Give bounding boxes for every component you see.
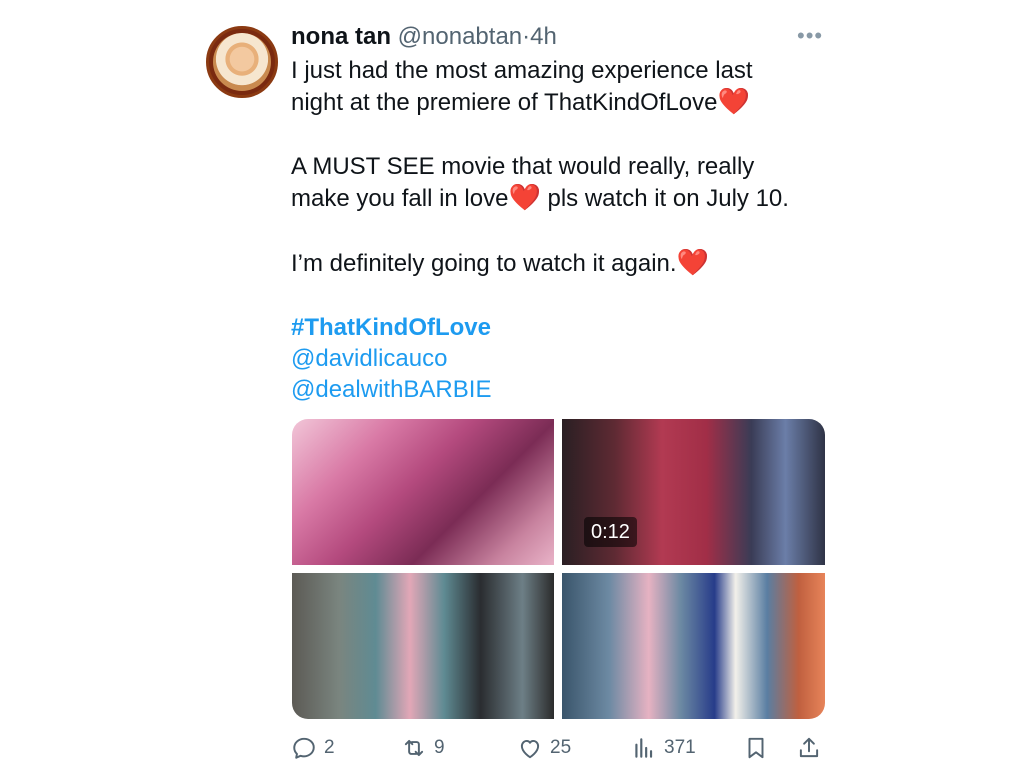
- text-line-part: I’m definitely going to watch it again.: [291, 250, 677, 277]
- media-photo-2[interactable]: [292, 573, 554, 719]
- user-handle[interactable]: @nonabtan: [398, 23, 522, 50]
- retweet-button[interactable]: 9: [401, 733, 445, 763]
- text-line: I just had the most amazing experience l…: [291, 57, 753, 84]
- timestamp[interactable]: 4h: [530, 23, 557, 50]
- reply-button[interactable]: 2: [291, 733, 335, 763]
- text-line-part: make you fall in love: [291, 185, 509, 212]
- analytics-icon: [635, 738, 653, 758]
- tweet-header: nona tan @nonabtan·4h: [291, 22, 557, 52]
- reply-icon: [293, 737, 315, 759]
- separator-dot: ·: [522, 23, 531, 50]
- text-line: night at the premiere of ThatKindOfLove❤…: [291, 86, 831, 118]
- heart-icon: [520, 739, 540, 759]
- avatar[interactable]: [206, 26, 278, 98]
- text-line: make you fall in love❤️ pls watch it on …: [291, 182, 831, 214]
- share-button[interactable]: [796, 733, 829, 763]
- heart-emoji-icon: ❤️: [508, 182, 541, 212]
- bookmark-button[interactable]: [743, 733, 776, 763]
- views-count: 371: [664, 737, 696, 758]
- display-name[interactable]: nona tan: [291, 23, 391, 50]
- media-video[interactable]: 0:12: [562, 419, 825, 565]
- heart-emoji-icon: ❤️: [676, 247, 709, 277]
- like-button[interactable]: 25: [517, 733, 571, 763]
- more-dots-icon[interactable]: •••: [797, 25, 825, 47]
- video-duration-badge: 0:12: [584, 517, 637, 547]
- reply-count: 2: [324, 737, 335, 758]
- action-bar: 2 9 25 371: [291, 733, 831, 763]
- text-line: A MUST SEE movie that would really, real…: [291, 153, 755, 180]
- media-grid: 0:12: [292, 419, 825, 719]
- text-line-part: pls watch it on July 10.: [540, 185, 789, 212]
- bookmark-icon: [748, 737, 764, 759]
- views-button[interactable]: 371: [631, 733, 696, 763]
- hashtag-link[interactable]: #ThatKindOfLove: [291, 314, 491, 341]
- heart-emoji-icon: ❤️: [717, 86, 750, 116]
- media-photo-1[interactable]: [292, 419, 554, 565]
- text-line-part: night at the premiere of ThatKindOfLove: [291, 89, 718, 116]
- share-icon: [799, 737, 819, 758]
- mention-link[interactable]: @davidlicauco: [291, 345, 447, 372]
- tweet-text: I just had the most amazing experience l…: [291, 55, 831, 405]
- text-line: I’m definitely going to watch it again.❤…: [291, 247, 831, 279]
- media-photo-3[interactable]: [562, 573, 825, 719]
- retweet-icon: [404, 739, 424, 757]
- retweet-count: 9: [434, 737, 445, 758]
- mention-link[interactable]: @dealwithBARBIE: [291, 376, 491, 403]
- like-count: 25: [550, 737, 572, 758]
